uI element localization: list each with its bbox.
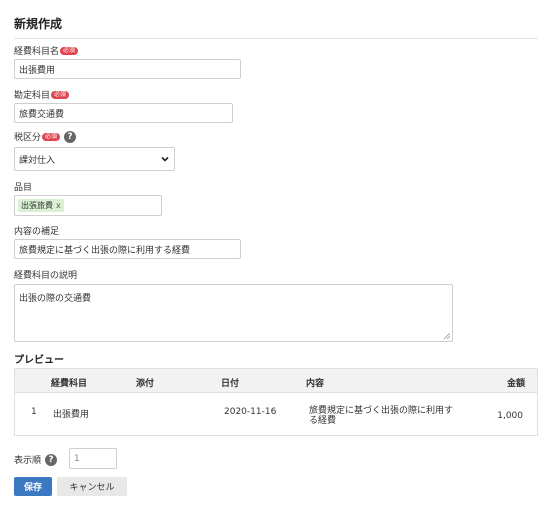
tax-category-value: 課対仕入 — [19, 155, 56, 166]
column-header-date: 日付 — [221, 379, 240, 389]
account-input[interactable]: 旅費交通費 — [14, 103, 233, 123]
supplement-label-text: 内容の補足 — [14, 227, 60, 237]
row-date: 2020-11-16 — [224, 407, 277, 417]
tax-category-label-text: 税区分 — [14, 133, 42, 143]
item-tag-label: 出張旅費 — [21, 201, 53, 210]
column-header-content: 内容 — [306, 379, 325, 389]
description-value: 出張の際の交通費 — [19, 294, 92, 304]
help-icon[interactable]: ? — [64, 130, 77, 143]
tag-remove-icon[interactable]: x — [56, 201, 61, 210]
supplement-value: 旅費規定に基づく出張の際に利用する経費 — [19, 245, 191, 256]
help-icon[interactable]: ? — [45, 453, 58, 466]
row-content: 旅費規定に基づく出張の際に利用する経費 — [309, 406, 454, 426]
table-row: 1 出張費用 2020-11-16 旅費規定に基づく出張の際に利用する経費 1,… — [14, 392, 538, 436]
cancel-button[interactable]: キャンセル — [57, 477, 127, 496]
account-value: 旅費交通費 — [19, 109, 65, 120]
expense-item-name-value: 出張費用 — [19, 65, 56, 76]
required-badge: 必須 — [60, 46, 79, 55]
item-label-text: 品目 — [14, 183, 33, 193]
preview-label: プレビュー — [14, 355, 64, 366]
description-label-text: 経費科目の説明 — [14, 271, 78, 281]
preview-table-header: 経費科目 添付 日付 内容 金額 — [14, 368, 538, 392]
save-button[interactable]: 保存 — [14, 477, 52, 496]
chevron-down-icon — [161, 156, 169, 162]
account-label: 勘定科目 必須 — [14, 88, 70, 101]
expense-item-name-label-text: 経費科目名 — [14, 47, 60, 57]
supplement-label: 内容の補足 — [14, 224, 59, 237]
tax-category-label: 税区分 必須 ? — [14, 130, 77, 143]
item-tag: 出張旅費 x — [18, 199, 64, 212]
column-header-attachment: 添付 — [136, 379, 155, 389]
expense-item-name-label: 経費科目名 必須 — [14, 44, 79, 57]
description-label: 経費科目の説明 — [14, 268, 77, 281]
tax-category-select[interactable]: 課対仕入 — [14, 147, 175, 171]
display-order-label: 表示順 ? — [14, 453, 58, 466]
required-badge: 必須 — [42, 132, 61, 141]
column-header-expense-item: 経費科目 — [51, 379, 88, 389]
item-label: 品目 — [14, 180, 32, 193]
supplement-input[interactable]: 旅費規定に基づく出張の際に利用する経費 — [14, 239, 241, 259]
item-tag-input[interactable]: 出張旅費 x — [14, 195, 162, 216]
title-divider — [14, 38, 538, 39]
display-order-label-text: 表示順 — [14, 456, 42, 466]
display-order-value: 1 — [74, 453, 80, 464]
row-expense-item: 出張費用 — [53, 410, 90, 420]
row-number: 1 — [31, 407, 37, 417]
description-textarea[interactable]: 出張の際の交通費 — [14, 284, 453, 342]
account-label-text: 勘定科目 — [14, 91, 51, 101]
row-amount: 1,000 — [497, 411, 523, 421]
expense-item-name-input[interactable]: 出張費用 — [14, 59, 241, 79]
resize-handle-icon[interactable] — [444, 333, 450, 339]
column-header-amount: 金額 — [506, 379, 525, 389]
display-order-input[interactable]: 1 — [69, 448, 117, 469]
required-badge: 必須 — [51, 90, 70, 99]
page-title: 新規作成 — [14, 17, 63, 31]
